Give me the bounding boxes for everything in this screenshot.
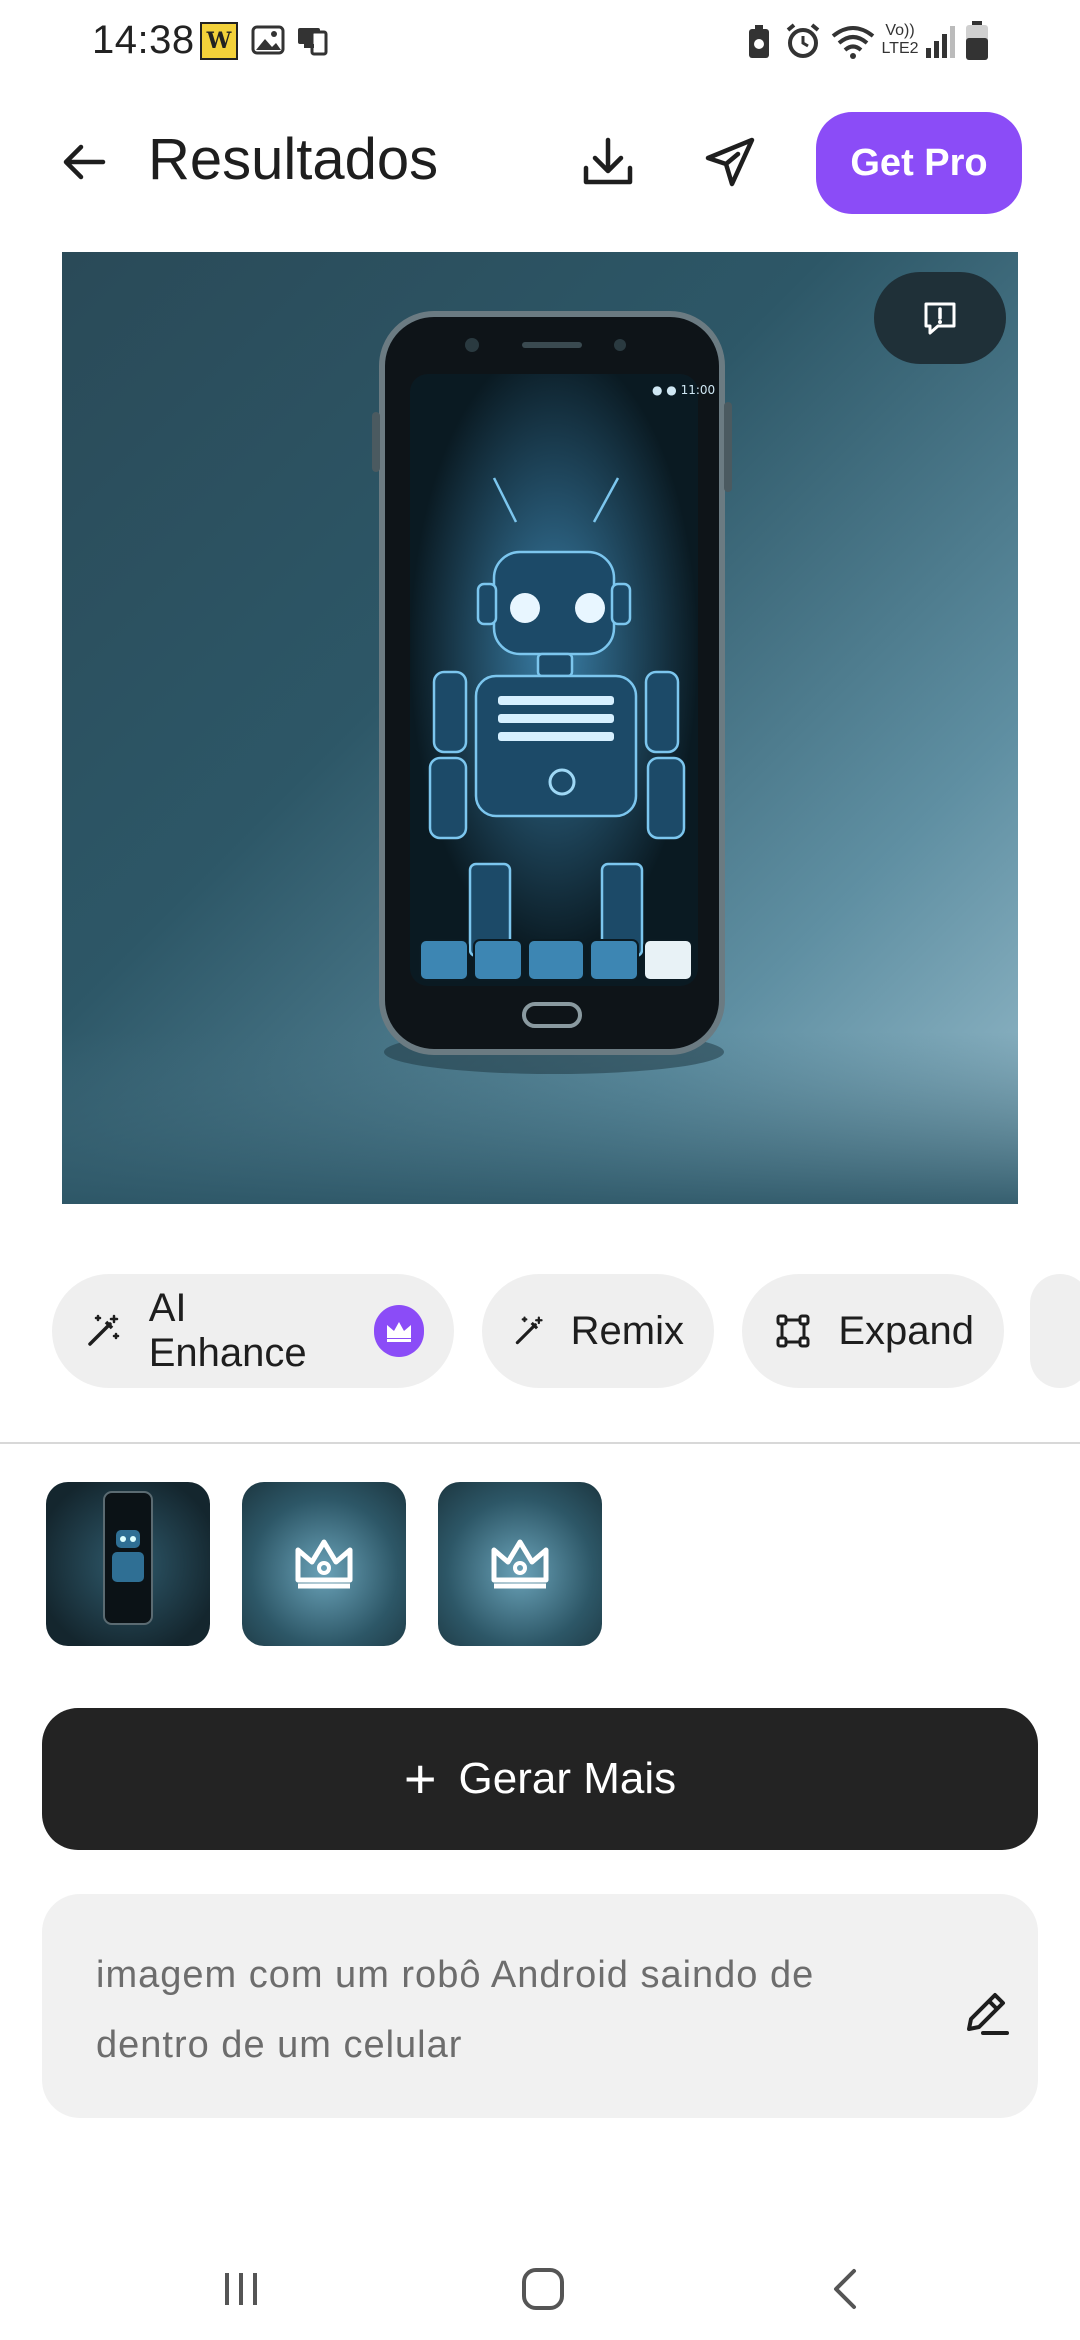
remix-chip[interactable]: Remix xyxy=(482,1274,714,1388)
volte-icon: Vo)) LTE2 xyxy=(878,22,922,62)
home-icon xyxy=(522,2268,564,2310)
recents-button[interactable] xyxy=(196,2244,286,2334)
status-time: 14:38 xyxy=(92,18,195,62)
thumbnail-locked[interactable] xyxy=(242,1482,406,1646)
recents-icon xyxy=(225,2273,257,2305)
expand-icon xyxy=(772,1309,814,1353)
report-icon xyxy=(924,302,956,335)
premium-crown-icon xyxy=(373,1305,424,1357)
generate-more-label: Gerar Mais xyxy=(458,1754,677,1803)
wifi-icon xyxy=(830,22,876,67)
remix-label: Remix xyxy=(570,1308,684,1353)
system-back-button[interactable] xyxy=(800,2244,890,2334)
robot-phone-image: ● ● 11:00 xyxy=(62,311,1018,1204)
get-pro-button[interactable]: Get Pro xyxy=(816,112,1022,214)
magic-wand-icon xyxy=(512,1309,547,1353)
thumbnail-selected[interactable] xyxy=(46,1482,210,1646)
result-image[interactable]: ● ● 11:00 xyxy=(62,252,1018,1204)
crown-icon xyxy=(491,1539,549,1589)
pencil-icon xyxy=(967,1993,1009,2035)
more-chip[interactable] xyxy=(1030,1274,1080,1388)
battery-saver-icon xyxy=(744,24,774,65)
report-button[interactable] xyxy=(874,272,1006,364)
back-button[interactable] xyxy=(52,130,116,194)
page-title: Resultados xyxy=(148,127,439,192)
alarm-icon xyxy=(784,22,822,65)
expand-chip[interactable]: Expand xyxy=(742,1274,1004,1388)
crown-icon xyxy=(295,1539,353,1589)
download-icon xyxy=(583,137,633,185)
robot-thumbnail-image xyxy=(103,1491,153,1625)
volte-label-bottom: LTE2 xyxy=(881,40,919,57)
ai-enhance-chip[interactable]: AI Enhance xyxy=(52,1274,454,1388)
devices-icon xyxy=(296,22,332,58)
share-button[interactable] xyxy=(694,126,766,198)
download-button[interactable] xyxy=(572,126,644,198)
magic-wand-icon xyxy=(82,1309,125,1353)
app-notification-icon: W xyxy=(200,22,238,60)
arrow-left-icon xyxy=(63,144,106,180)
svg-text:W: W xyxy=(206,28,232,54)
svg-text:● ● 11:00: ● ● 11:00 xyxy=(652,383,715,397)
volte-label-top: Vo)) xyxy=(885,22,915,39)
signal-icon xyxy=(924,22,958,65)
generate-more-button[interactable]: + Gerar Mais xyxy=(42,1708,1038,1850)
home-button[interactable] xyxy=(498,2244,588,2334)
divider xyxy=(0,1442,1080,1444)
thumbnail-locked[interactable] xyxy=(438,1482,602,1646)
edit-prompt-button[interactable] xyxy=(950,1976,1022,2048)
expand-label: Expand xyxy=(838,1308,974,1353)
prompt-text: imagem com um robô Android saindo de den… xyxy=(96,1954,815,2066)
plus-icon: + xyxy=(403,1747,437,1810)
image-icon xyxy=(250,22,286,58)
chevron-left-icon xyxy=(834,2269,856,2309)
ai-enhance-label: AI Enhance xyxy=(148,1286,307,1375)
battery-icon xyxy=(964,20,990,67)
send-icon xyxy=(705,137,755,187)
